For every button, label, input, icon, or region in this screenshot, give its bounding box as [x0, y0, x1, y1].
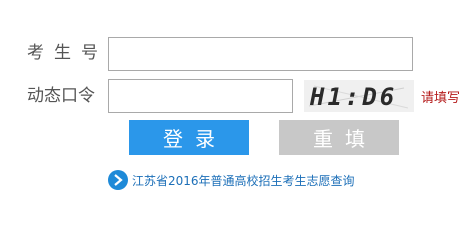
dynamic-code-label: 动态口令: [27, 86, 95, 106]
reset-button[interactable]: 重填: [279, 120, 399, 155]
query-link[interactable]: 江苏省2016年普通高校招生考生志愿查询: [108, 170, 355, 190]
login-page: 考生号 动态口令 H1:D6 请填写 登录 重填 江苏省2016年普通高校招生考…: [0, 0, 461, 209]
captcha-image[interactable]: H1:D6: [304, 80, 414, 112]
query-link-text[interactable]: 江苏省2016年普通高校招生考生志愿查询: [132, 172, 355, 189]
dynamic-code-input[interactable]: [108, 79, 293, 113]
candidate-number-input[interactable]: [108, 37, 413, 71]
captcha-hint: 请填写: [421, 91, 461, 106]
candidate-number-label: 考生号: [27, 43, 108, 63]
captcha-text: H1:D6: [310, 83, 398, 111]
chevron-right-circle-icon: [108, 170, 128, 190]
login-button[interactable]: 登录: [129, 120, 249, 155]
